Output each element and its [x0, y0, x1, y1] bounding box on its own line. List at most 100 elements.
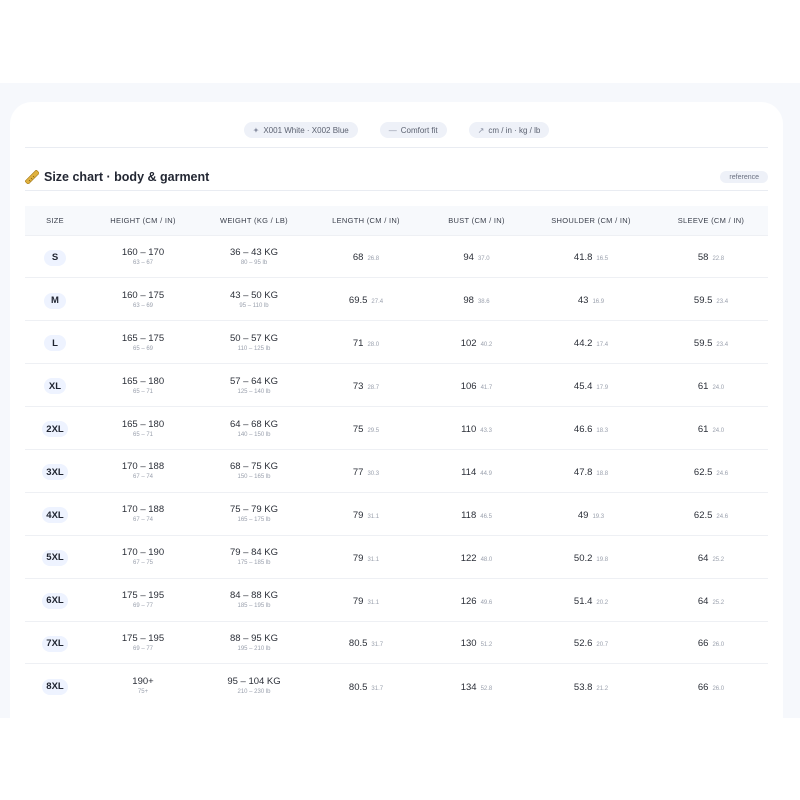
- sleeve-in: 26.0: [712, 685, 725, 692]
- size-cell: 7XL: [25, 621, 85, 664]
- column-header-sleeve: SLEEVE (CM / IN): [677, 215, 745, 225]
- height-cm: 190+: [132, 676, 154, 688]
- bust-in: 38.6: [477, 299, 490, 306]
- shoulder-in: 16.5: [596, 256, 609, 263]
- bust-cell: 102 40.2: [425, 321, 528, 364]
- height-in: 65 – 71: [132, 431, 154, 438]
- shoulder-in: 19.3: [592, 513, 605, 520]
- size-cell: 2XL: [25, 407, 85, 450]
- length-cell: 69.5 27.4: [307, 278, 425, 321]
- weight-kg: 64 – 68 KG: [229, 418, 279, 430]
- weight-kg: 68 – 75 KG: [229, 461, 279, 473]
- length-cm: 79: [352, 509, 364, 521]
- sleeve-cm: 66: [697, 638, 709, 650]
- size-pill: S: [44, 249, 66, 266]
- bust-cm: 130: [460, 638, 477, 650]
- sleeve-cm: 62.5: [693, 509, 713, 521]
- sleeve-cm: 59.5: [693, 338, 713, 350]
- height-cell: 160 – 170 63 – 67: [85, 235, 201, 278]
- bust-in: 40.2: [480, 342, 493, 349]
- sleeve-cell: 64 25.2: [654, 578, 768, 621]
- weight-kg: 79 – 84 KG: [229, 547, 279, 559]
- length-in: 30.3: [367, 470, 380, 477]
- weight-cell: 57 – 64 KG 125 – 140 lb: [201, 364, 307, 407]
- shoulder-in: 17.9: [596, 385, 609, 392]
- table-row: 4XL 170 – 188 67 – 74 75 – 79 KG 165 – 175 l…: [25, 492, 768, 535]
- height-cell: 175 – 195 69 – 77: [85, 621, 201, 664]
- weight-lb: 140 – 150 lb: [237, 431, 271, 438]
- length-in: 31.1: [367, 513, 380, 520]
- sleeve-cm: 58: [697, 252, 709, 264]
- sleeve-cm: 61: [697, 381, 709, 393]
- weight-cell: 88 – 95 KG 195 – 210 lb: [201, 621, 307, 664]
- bust-cm: 106: [460, 381, 477, 393]
- sleeve-cm: 62.5: [693, 466, 713, 478]
- height-cm: 170 – 188: [121, 461, 165, 473]
- column-header-height: HEIGHT (CM / IN): [110, 215, 176, 225]
- weight-kg: 75 – 79 KG: [229, 504, 279, 516]
- sleeve-cell: 66 26.0: [654, 664, 768, 707]
- bust-cell: 122 48.0: [425, 535, 528, 578]
- bust-in: 46.5: [480, 513, 492, 520]
- weight-kg: 43 – 50 KG: [229, 289, 279, 301]
- shoulder-cm: 47.8: [573, 466, 593, 478]
- bust-cell: 114 44.9: [425, 449, 528, 492]
- table-row: 7XL 175 – 195 69 – 77 88 – 95 KG 195 – 210 l…: [25, 621, 768, 664]
- bust-in: 37.0: [477, 256, 490, 263]
- shoulder-cell: 46.6 18.3: [528, 407, 654, 450]
- height-in: 69 – 77: [132, 645, 154, 652]
- bust-in: 48.0: [480, 556, 493, 563]
- height-cm: 160 – 170: [121, 246, 165, 258]
- shoulder-cm: 45.4: [573, 381, 593, 393]
- length-cell: 71 28.0: [307, 321, 425, 364]
- length-cm: 71: [352, 338, 364, 350]
- weight-cell: 68 – 75 KG 150 – 165 lb: [201, 449, 307, 492]
- size-pill: 5XL: [42, 549, 68, 566]
- length-cm: 79: [352, 552, 364, 564]
- sparkle-icon: ✦: [252, 125, 260, 135]
- table-row: 3XL 170 – 188 67 – 74 68 – 75 KG 150 – 165 l…: [25, 449, 768, 492]
- height-in: 69 – 77: [132, 603, 154, 610]
- size-pill: 3XL: [42, 464, 68, 481]
- size-cell: 6XL: [25, 578, 85, 621]
- shoulder-in: 18.3: [596, 428, 609, 434]
- table-header-row: SIZE HEIGHT (CM / IN) WEIGHT (KG / LB) L…: [25, 206, 768, 235]
- length-cell: 79 31.1: [307, 578, 425, 621]
- bust-cm: 118: [461, 509, 477, 521]
- section-title-group: Size chart · body & garment: [25, 170, 209, 184]
- shoulder-cm: 43: [577, 295, 589, 307]
- height-in: 63 – 69: [132, 302, 154, 309]
- length-cell: 79 31.1: [307, 535, 425, 578]
- shoulder-in: 18.8: [596, 470, 609, 477]
- shoulder-cell: 47.8 18.8: [528, 449, 654, 492]
- weight-lb: 125 – 140 lb: [237, 388, 271, 395]
- height-in: 67 – 74: [132, 474, 154, 481]
- sleeve-cell: 59.5 23.4: [654, 321, 768, 364]
- weight-lb: 80 – 95 lb: [240, 259, 268, 266]
- height-in: 65 – 71: [132, 388, 154, 395]
- arrow-icon: ↗: [477, 125, 485, 135]
- size-table: SIZE HEIGHT (CM / IN) WEIGHT (KG / LB) L…: [25, 206, 768, 707]
- sleeve-cm: 66: [697, 681, 709, 693]
- height-cm: 175 – 195: [121, 590, 165, 602]
- size-pill: XL: [44, 378, 66, 395]
- shoulder-cell: 44.2 17.4: [528, 321, 654, 364]
- length-cell: 80.5 31.7: [307, 621, 425, 664]
- weight-lb: 210 – 230 lb: [237, 689, 271, 696]
- shoulder-cm: 50.2: [573, 552, 593, 564]
- shoulder-cell: 51.4 20.2: [528, 578, 654, 621]
- column-header-weight: WEIGHT (KG / LB): [219, 215, 288, 225]
- column-header-shoulder: SHOULDER (CM / IN): [551, 215, 631, 225]
- weight-cell: 84 – 88 KG 185 – 195 lb: [201, 578, 307, 621]
- size-pill: 2XL: [42, 421, 68, 438]
- height-cell: 165 – 180 65 – 71: [85, 407, 201, 450]
- weight-lb: 175 – 185 lb: [237, 560, 271, 567]
- shoulder-cm: 53.8: [573, 681, 593, 693]
- sleeve-in: 24.6: [716, 513, 729, 520]
- length-cell: 75 29.5: [307, 407, 425, 450]
- table-row: M 160 – 175 63 – 69 43 – 50 KG 95 – 110 lb 69…: [25, 277, 768, 321]
- weight-cell: 36 – 43 KG 80 – 95 lb: [201, 235, 307, 278]
- bust-cell: 94 37.0: [425, 235, 528, 278]
- sleeve-in: 24.0: [712, 385, 725, 392]
- size-pill: M: [44, 292, 66, 309]
